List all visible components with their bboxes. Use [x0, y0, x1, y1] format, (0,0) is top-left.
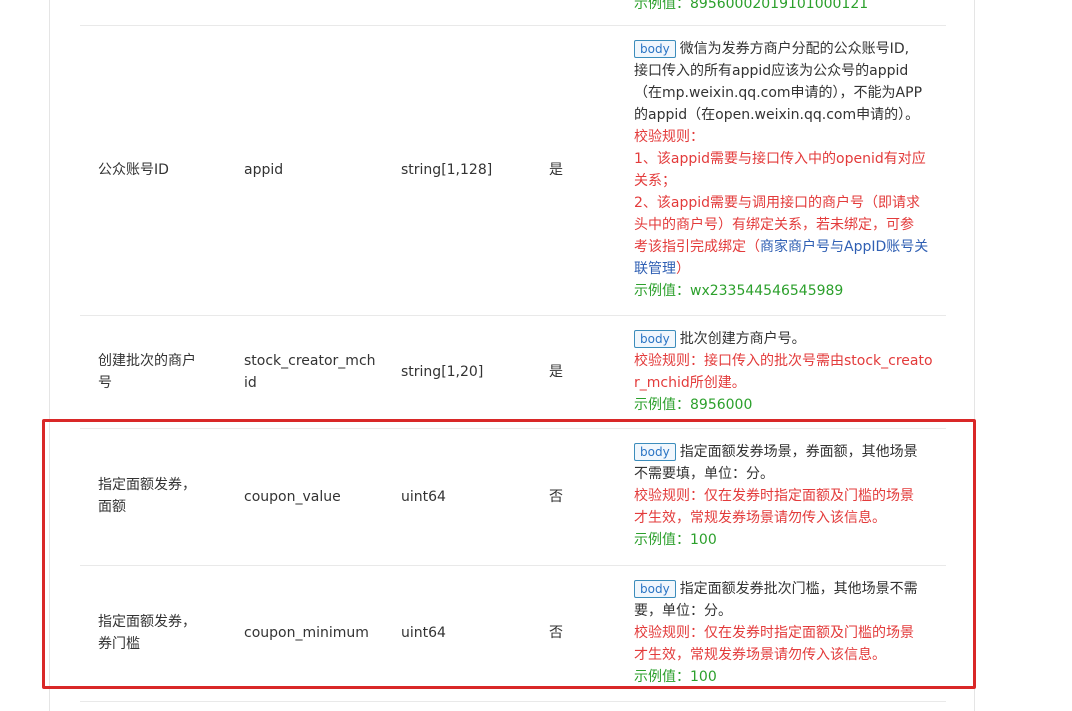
rule-line: 头中的商户号）有绑定关系，若未绑定，可参 — [634, 217, 914, 233]
param-field: stock_creator_mch id — [244, 350, 384, 394]
param-field-line: stock_creator_mch — [244, 353, 376, 369]
example-value: 示例值：8956000 — [634, 397, 753, 413]
desc-line: 微信为发券方商户分配的公众账号ID, — [679, 41, 910, 57]
rule-line: 校验规则： — [634, 129, 704, 145]
table-row-appid: 公众账号ID appid string[1,128] 是 body 微信为发券方商… — [80, 26, 946, 316]
body-tag: body — [634, 40, 676, 58]
rule-line: r_mchid所创建。 — [634, 375, 746, 391]
appid-binding-link[interactable]: 商家商户号与AppID账号关 — [760, 239, 928, 255]
param-name: 公众账号ID — [98, 162, 169, 178]
highlight-box — [42, 419, 976, 689]
param-type: string[1,20] — [401, 364, 484, 380]
desc-line: （在mp.weixin.qq.com申请的），不能为APP — [634, 85, 923, 101]
desc-line: 的appid（在open.weixin.qq.com申请的）。 — [634, 107, 920, 123]
param-name-line: 创建批次的商户 — [98, 353, 196, 369]
example-value: 示例值：wx233544546545989 — [634, 283, 844, 299]
desc-line: 接口传入的所有appid应该为公众号的appid — [634, 63, 909, 79]
param-description: body 微信为发券方商户分配的公众账号ID, 接口传入的所有appid应该为公众… — [634, 38, 930, 302]
param-field: appid — [244, 162, 284, 178]
param-description: body 批次创建方商户号。 校验规则：接口传入的批次号需由stock_creat… — [634, 328, 933, 416]
rule-line: 考该指引完成绑定（ — [634, 239, 760, 255]
param-field-line: id — [244, 375, 257, 391]
rule-close: ） — [676, 261, 690, 277]
desc-line: 批次创建方商户号。 — [679, 331, 806, 347]
example-value-partial: 示例值：8956000201910100012​1 — [634, 0, 869, 12]
appid-binding-link-cont[interactable]: 联管理 — [634, 261, 676, 277]
param-required: 是 — [549, 364, 563, 380]
param-name-line: 号 — [98, 375, 112, 391]
doc-page: 示例值：8956000201910100012​1 公众账号ID appid s… — [0, 0, 1072, 711]
table-row-stock-creator-mchid: 创建批次的商户 号 stock_creator_mch id string[1,… — [80, 316, 946, 429]
rule-line: 1、该appid需要与接口传入中的openid有对应 — [634, 151, 926, 167]
param-type: string[1,128] — [401, 162, 493, 178]
param-required: 是 — [549, 162, 563, 178]
rule-line: 关系； — [634, 173, 676, 189]
body-tag: body — [634, 330, 676, 348]
param-name: 创建批次的商户 号 — [98, 350, 228, 394]
rule-line: 校验规则：接口传入的批次号需由stock_creato — [634, 353, 933, 369]
rule-line: 2、该appid需要与调用接口的商户号（即请求 — [634, 195, 921, 211]
